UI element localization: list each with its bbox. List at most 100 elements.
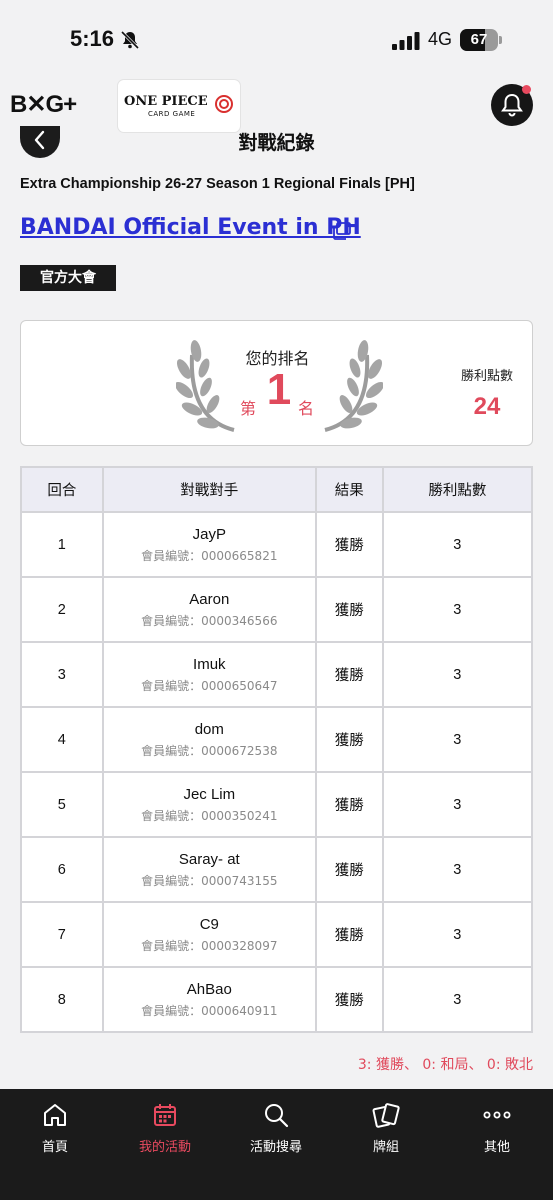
app-header: B✕G+ ONE PIECE CARD GAME xyxy=(0,72,553,134)
round-cell: 6 xyxy=(20,836,104,903)
home-icon xyxy=(44,1104,66,1126)
event-name: Extra Championship 26-27 Season 1 Region… xyxy=(20,176,415,192)
rank-suffix: 名 xyxy=(298,399,315,418)
result-cell: 獲勝 xyxy=(314,576,384,643)
opponent-cell: Aaron 會員編號：0000346566 xyxy=(101,576,317,643)
points-cell: 3 xyxy=(381,966,534,1033)
nav-my-events-label: 我的活動 xyxy=(138,1140,191,1155)
points-legend: 3: 獲勝、 0: 和局、 0: 敗北 xyxy=(357,1057,533,1073)
opponent-name: Jec Lim xyxy=(183,785,236,803)
rank-value: 1 xyxy=(266,365,292,414)
more-icon xyxy=(483,1111,511,1119)
table-row: 1 JayP 會員編號：0000665821 獲勝 3 xyxy=(20,511,534,578)
member-id: 會員編號：0000640911 xyxy=(141,1003,278,1018)
header-win-points: 勝利點數 xyxy=(381,466,534,513)
opponent-name: C9 xyxy=(199,915,219,933)
result-cell: 獲勝 xyxy=(314,836,384,903)
signal-icon xyxy=(392,32,420,50)
win-points-value: 24 xyxy=(473,393,501,420)
table-row: 6 Saray- at 會員編號：0000743155 獲勝 3 xyxy=(20,836,534,903)
bell-off-icon xyxy=(120,30,140,50)
opponent-cell: Jec Lim 會員編號：0000350241 xyxy=(101,771,317,838)
opponent-cell: Saray- at 會員編號：0000743155 xyxy=(101,836,317,903)
table-header-row: 回合 對戰對手 結果 勝利點數 xyxy=(20,466,534,513)
cards-icon xyxy=(372,1103,400,1128)
result-cell: 獲勝 xyxy=(314,706,384,773)
points-cell: 3 xyxy=(381,576,534,643)
round-cell: 4 xyxy=(20,706,104,773)
table-row: 3 Imuk 會員編號：0000650647 獲勝 3 xyxy=(20,641,534,708)
member-id: 會員編號：0000650647 xyxy=(141,678,278,693)
nav-home-label: 首頁 xyxy=(41,1140,68,1155)
points-cell: 3 xyxy=(381,641,534,708)
opponent-cell: dom 會員編號：0000672538 xyxy=(101,706,317,773)
nav-my-events[interactable]: 我的活動 xyxy=(110,1089,220,1169)
logo-subtitle: CARD GAME xyxy=(148,110,196,118)
points-cell: 3 xyxy=(381,706,534,773)
opponent-name: JayP xyxy=(192,525,226,543)
opponent-name: AhBao xyxy=(186,980,232,998)
network-type: 4G xyxy=(428,29,453,49)
result-cell: 獲勝 xyxy=(314,771,384,838)
op-mark-icon xyxy=(215,95,233,113)
status-bar: 5:16 4G 67 xyxy=(0,0,553,72)
round-cell: 1 xyxy=(20,511,104,578)
opponent-name: Saray- at xyxy=(178,850,240,868)
logo-title: ONE PIECE xyxy=(124,94,208,109)
table-row: 8 AhBao 會員編號：0000640911 獲勝 3 xyxy=(20,966,534,1033)
points-cell: 3 xyxy=(381,836,534,903)
points-cell: 3 xyxy=(381,901,534,968)
member-id: 會員編號：0000328097 xyxy=(141,938,278,953)
round-cell: 8 xyxy=(20,966,104,1033)
event-organizer-link[interactable]: BANDAI Official Event in PH xyxy=(20,215,361,240)
rank-card: 您的排名 第 1 名 勝利點數 24 xyxy=(20,320,533,446)
calendar-icon xyxy=(154,1104,176,1126)
nav-home[interactable]: 首頁 xyxy=(0,1089,110,1169)
win-points-label: 勝利點數 xyxy=(460,369,513,384)
nav-more[interactable]: 其他 xyxy=(442,1089,552,1169)
member-id: 會員編號：0000672538 xyxy=(141,743,278,758)
battery-icon: 67 xyxy=(460,29,502,51)
opponent-cell: AhBao 會員編號：0000640911 xyxy=(101,966,317,1033)
bottom-nav: 首頁 我的活動 活動搜尋 牌組 其他 xyxy=(0,1089,553,1200)
points-cell: 3 xyxy=(381,511,534,578)
notification-dot xyxy=(522,85,531,94)
bcg-logo[interactable]: B✕G+ xyxy=(10,90,77,120)
round-cell: 7 xyxy=(20,901,104,968)
page-title: 對戰紀錄 xyxy=(238,132,315,154)
opponent-cell: C9 會員編號：0000328097 xyxy=(101,901,317,968)
nav-event-search[interactable]: 活動搜尋 xyxy=(221,1089,331,1169)
rank-prefix: 第 xyxy=(240,399,257,418)
nav-more-label: 其他 xyxy=(483,1140,510,1155)
member-id: 會員編號：0000743155 xyxy=(141,873,278,888)
opponent-name: Aaron xyxy=(189,590,230,608)
search-icon xyxy=(265,1104,289,1128)
match-results-table: 回合 對戰對手 結果 勝利點數 1 JayP 會員編號：0000665821 獲勝… xyxy=(20,466,534,1033)
table-row: 2 Aaron 會員編號：0000346566 獲勝 3 xyxy=(20,576,534,643)
round-cell: 5 xyxy=(20,771,104,838)
table-row: 4 dom 會員編號：0000672538 獲勝 3 xyxy=(20,706,534,773)
points-cell: 3 xyxy=(381,771,534,838)
table-row: 7 C9 會員編號：0000328097 獲勝 3 xyxy=(20,901,534,968)
result-cell: 獲勝 xyxy=(314,901,384,968)
nav-event-search-label: 活動搜尋 xyxy=(249,1140,302,1155)
round-cell: 3 xyxy=(20,641,104,708)
one-piece-logo[interactable]: ONE PIECE CARD GAME xyxy=(118,80,240,132)
opponent-cell: JayP 會員編號：0000665821 xyxy=(101,511,317,578)
member-id: 會員編號：0000346566 xyxy=(141,613,278,628)
round-cell: 2 xyxy=(20,576,104,643)
result-cell: 獲勝 xyxy=(314,966,384,1033)
header-round: 回合 xyxy=(20,466,104,513)
nav-decks[interactable]: 牌組 xyxy=(331,1089,441,1169)
battery-level: 67 xyxy=(470,31,488,48)
header-opponent: 對戰對手 xyxy=(101,466,317,513)
member-id: 會員編號：0000665821 xyxy=(141,548,278,563)
opponent-cell: Imuk 會員編號：0000650647 xyxy=(101,641,317,708)
opponent-name: dom xyxy=(194,720,224,738)
result-cell: 獲勝 xyxy=(314,641,384,708)
result-cell: 獲勝 xyxy=(314,511,384,578)
opponent-name: Imuk xyxy=(193,655,226,673)
status-time: 5:16 xyxy=(70,26,115,51)
event-type-badge: 官方大會 xyxy=(20,265,116,291)
external-link-icon[interactable] xyxy=(331,222,351,240)
